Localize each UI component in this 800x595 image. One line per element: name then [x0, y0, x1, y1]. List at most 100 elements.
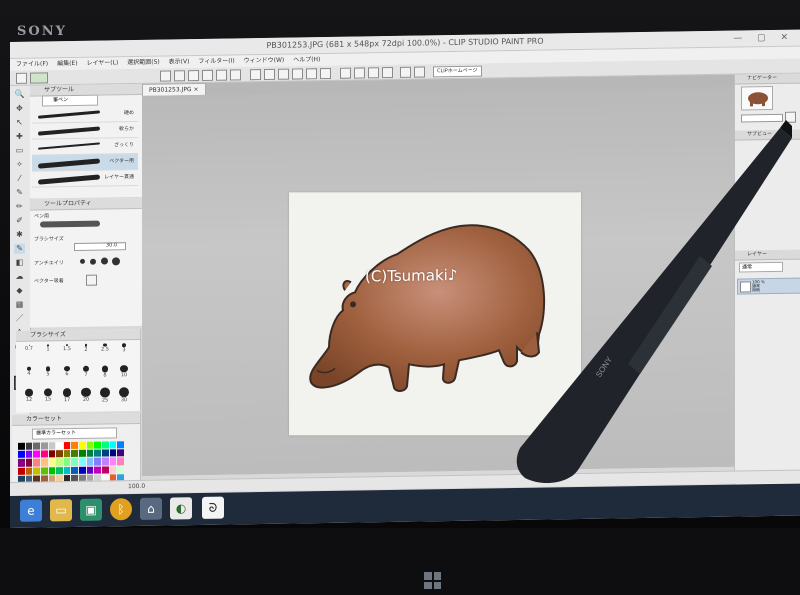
subtool-tab-fude-pen[interactable]: 筆ペン — [42, 94, 98, 107]
undo-icon[interactable] — [216, 69, 227, 81]
color-swatch[interactable] — [109, 449, 117, 457]
navigator-thumbnail[interactable] — [741, 86, 773, 111]
color-swatch[interactable] — [63, 466, 71, 474]
brush-size-option[interactable]: 0.7 — [20, 344, 38, 358]
pen-tool-icon[interactable]: ✎ — [14, 188, 25, 198]
transform-icon[interactable] — [292, 68, 303, 80]
navigator-zoom-slider[interactable] — [741, 113, 783, 123]
cut-icon[interactable] — [250, 69, 261, 81]
fill-tool-icon[interactable]: ◆ — [14, 286, 25, 296]
color-swatch[interactable] — [33, 458, 40, 467]
ie-icon[interactable]: e — [20, 499, 42, 522]
color-swatch[interactable] — [18, 442, 25, 451]
color-swatch[interactable] — [18, 467, 25, 475]
antialias-mid[interactable] — [101, 257, 108, 265]
color-swatch[interactable] — [79, 458, 86, 466]
color-swatch[interactable] — [63, 450, 71, 458]
clip-logo-icon[interactable] — [30, 72, 48, 84]
clear-icon[interactable] — [278, 68, 289, 80]
brush-size-option[interactable]: 20 — [77, 387, 95, 403]
color-swatch[interactable] — [71, 441, 79, 450]
bluetooth-icon[interactable]: ᛒ — [110, 498, 132, 521]
move-layer-tool-icon[interactable]: ✚ — [14, 132, 25, 142]
color-swatch[interactable] — [79, 466, 86, 474]
menu-window[interactable]: ウィンドウ(W) — [244, 57, 285, 65]
menu-view[interactable]: 表示(V) — [169, 58, 190, 65]
color-swatch[interactable] — [109, 465, 117, 474]
color-swatch[interactable] — [40, 458, 48, 467]
color-swatch[interactable] — [25, 450, 33, 459]
brush-item[interactable]: 硬め — [32, 105, 138, 124]
color-swatch[interactable] — [18, 459, 25, 467]
color-swatch[interactable] — [18, 450, 25, 459]
color-swatch[interactable] — [117, 457, 124, 465]
color-swatch[interactable] — [102, 441, 109, 449]
windows-button-icon[interactable] — [424, 572, 441, 589]
color-swatch[interactable] — [117, 465, 124, 474]
brush-size-option[interactable]: 4 — [20, 366, 38, 380]
antialias-none[interactable] — [80, 258, 85, 264]
network-icon[interactable]: ⌂ — [140, 497, 162, 520]
folder-icon[interactable]: ▭ — [50, 499, 72, 522]
color-swatch[interactable] — [40, 467, 48, 475]
color-swatch[interactable] — [48, 458, 56, 466]
auto-select-tool-icon[interactable]: ✧ — [14, 160, 25, 170]
fill-icon[interactable] — [306, 68, 317, 80]
color-swatch[interactable] — [109, 457, 117, 466]
decoration-tool-icon[interactable]: ✎ — [14, 243, 25, 254]
color-swatch[interactable] — [79, 441, 86, 450]
blend-tool-icon[interactable]: ☁ — [14, 272, 25, 282]
brush-size-option[interactable]: 1.5 — [58, 344, 76, 357]
color-swatch[interactable] — [33, 450, 40, 459]
layer-row-paper[interactable]: 100 % 通常 用紙 — [737, 277, 800, 295]
brush-size-option[interactable]: 7 — [77, 365, 95, 379]
zoom-readout[interactable]: 100.0 — [128, 481, 145, 493]
brush-size-option[interactable]: 17 — [58, 388, 76, 403]
brush-size-option[interactable]: 5 — [39, 366, 57, 379]
color-swatch[interactable] — [63, 458, 71, 466]
brush-item[interactable]: 軟らか — [32, 121, 138, 140]
airbrush-tool-icon[interactable]: ✱ — [14, 230, 25, 240]
color-swatch[interactable] — [56, 458, 63, 466]
snap-grid-icon[interactable] — [354, 67, 365, 79]
menu-file[interactable]: ファイル(F) — [16, 60, 48, 68]
paint-icon[interactable]: ᘐ — [202, 496, 224, 519]
move-tool-icon[interactable]: ✥ — [14, 104, 25, 114]
grid-toggle-icon[interactable] — [400, 66, 411, 78]
color-swatch[interactable] — [25, 442, 33, 450]
color-swatch[interactable] — [79, 449, 86, 458]
open-icon[interactable] — [174, 70, 185, 82]
paste-icon[interactable] — [202, 69, 213, 81]
brush-size-option[interactable]: 1 — [39, 344, 57, 357]
color-swatch[interactable] — [86, 441, 94, 449]
color-swatch[interactable] — [94, 449, 102, 458]
brush-item[interactable]: ベクター用 — [32, 153, 138, 172]
color-swatch[interactable] — [71, 458, 79, 466]
color-swatch[interactable] — [86, 466, 94, 474]
color-swatch[interactable] — [71, 466, 79, 474]
brush-size-option[interactable]: 12 — [20, 388, 38, 402]
color-swatch[interactable] — [40, 442, 48, 450]
color-swatch[interactable] — [48, 442, 56, 450]
color-swatch[interactable] — [86, 449, 94, 458]
color-swatch[interactable] — [94, 466, 102, 474]
menu-layer[interactable]: レイヤー(L) — [86, 59, 118, 67]
color-swatch[interactable] — [117, 441, 124, 449]
color-swatch[interactable] — [117, 449, 124, 457]
snap-special-icon[interactable] — [368, 67, 379, 79]
color-swatch[interactable] — [109, 441, 117, 449]
color-swatch[interactable] — [86, 458, 94, 466]
brush-tool-icon[interactable]: ✐ — [14, 216, 25, 226]
color-swatch[interactable] — [56, 466, 63, 475]
canvas-paper[interactable] — [289, 192, 581, 436]
brush-size-option[interactable]: 25 — [96, 387, 114, 403]
color-set-dropdown[interactable]: 標準カラーセット — [32, 427, 117, 440]
deselect-icon[interactable] — [320, 67, 331, 80]
zoom-in-icon[interactable] — [785, 111, 796, 123]
clip-homepage-button[interactable]: CLIPホームページ — [433, 65, 482, 78]
crop-icon[interactable] — [264, 68, 275, 81]
redo-icon[interactable] — [230, 69, 241, 81]
color-swatch[interactable] — [71, 450, 79, 458]
figure-tool-icon[interactable]: ／ — [14, 314, 25, 324]
pencil-tool-icon[interactable]: ✏ — [14, 202, 25, 212]
